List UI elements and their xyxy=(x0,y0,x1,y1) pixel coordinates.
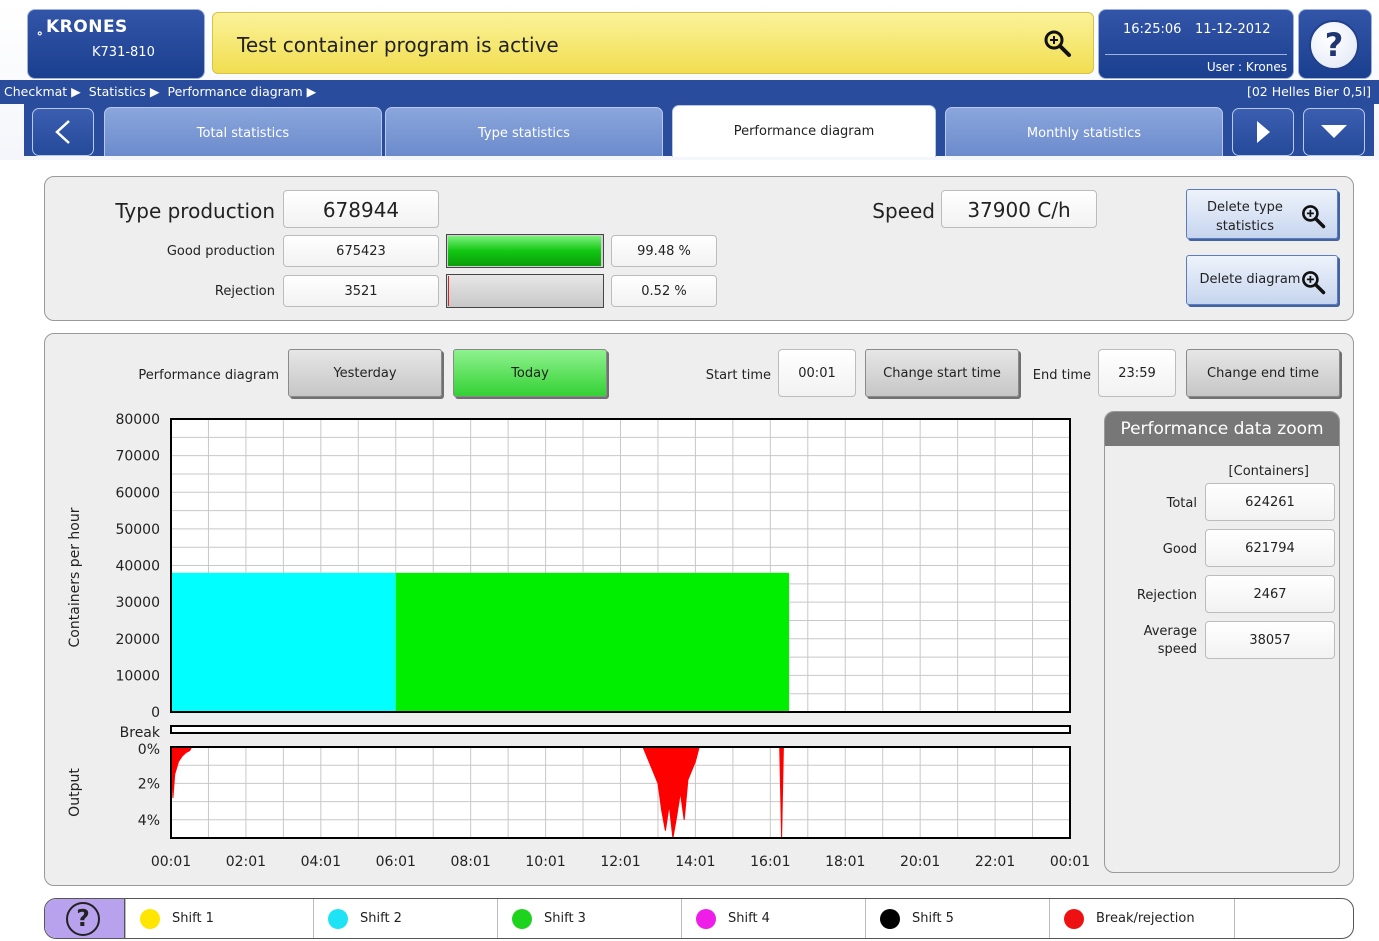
y-tick-label: 60000 xyxy=(115,485,160,501)
x-tick-label: 08:01 xyxy=(450,854,490,870)
zoom-unit-label: [Containers] xyxy=(1228,464,1309,479)
performance-data-zoom-panel: Performance data zoom [Containers] Total… xyxy=(1104,411,1340,873)
x-tick-label: 12:01 xyxy=(600,854,640,870)
x-tick-label: 06:01 xyxy=(376,854,416,870)
y-tick-label: 70000 xyxy=(115,449,160,465)
x-tick-label: 04:01 xyxy=(301,854,341,870)
zoom-average-speed-label: Average speed xyxy=(1143,624,1197,657)
y-tick-label: 50000 xyxy=(115,522,160,538)
legend-label: Shift 5 xyxy=(912,911,954,926)
y-tick-label: 30000 xyxy=(115,595,160,611)
x-tick-label: 18:01 xyxy=(825,854,865,870)
x-tick-label: 14:01 xyxy=(675,854,715,870)
area-shift-3 xyxy=(395,572,790,712)
break-label: Break xyxy=(120,725,161,741)
zoom-good-value: 621794 xyxy=(1205,529,1335,567)
legend-dot xyxy=(696,909,716,929)
legend-help-button[interactable]: ? xyxy=(45,899,125,938)
x-tick-label: 22:01 xyxy=(975,854,1015,870)
zoom-good-label: Good xyxy=(1162,542,1197,557)
zoom-average-speed-value: 38057 xyxy=(1205,621,1335,659)
output-y-axis-label: Output xyxy=(67,768,83,817)
x-tick-label: 16:01 xyxy=(750,854,790,870)
legend-item-shift-1: Shift 1 xyxy=(125,899,313,938)
legend-dot xyxy=(1064,909,1084,929)
legend-dot xyxy=(328,909,348,929)
break-strip xyxy=(170,725,1071,734)
x-tick-label: 00:01 xyxy=(1050,854,1090,870)
y-tick-label: 80000 xyxy=(115,412,160,428)
y-tick-label: 0 xyxy=(151,705,160,721)
y-tick-label: 40000 xyxy=(115,559,160,575)
legend-bar: ? Shift 1 Shift 2 Shift 3 Shift 4 Shift … xyxy=(44,898,1354,939)
area-shift-2 xyxy=(171,572,396,712)
output-y-tick-label: 2% xyxy=(138,776,160,792)
x-tick-label: 20:01 xyxy=(900,854,940,870)
legend-label: Shift 1 xyxy=(172,911,214,926)
legend-dot xyxy=(512,909,532,929)
legend-label: Break/rejection xyxy=(1096,911,1195,926)
legend-item-break-rejection: Break/rejection xyxy=(1049,899,1235,938)
legend-item-shift-3: Shift 3 xyxy=(497,899,681,938)
zoom-panel-title: Performance data zoom xyxy=(1105,412,1339,446)
zoom-total-value: 624261 xyxy=(1205,483,1335,521)
legend-item-shift-4: Shift 4 xyxy=(681,899,865,938)
x-tick-label: 02:01 xyxy=(226,854,266,870)
legend-label: Shift 2 xyxy=(360,911,402,926)
zoom-rejection-value: 2467 xyxy=(1205,575,1335,613)
y-axis-label: Containers per hour xyxy=(67,507,83,647)
y-tick-label: 10000 xyxy=(115,668,160,684)
output-y-tick-label: 4% xyxy=(138,813,160,829)
legend-dot xyxy=(140,909,160,929)
zoom-total-label: Total xyxy=(1166,496,1197,511)
zoom-rejection-label: Rejection xyxy=(1136,588,1197,603)
legend-label: Shift 4 xyxy=(728,911,770,926)
legend-item-shift-2: Shift 2 xyxy=(313,899,497,938)
legend-dot xyxy=(880,909,900,929)
x-tick-label: 00:01 xyxy=(151,854,191,870)
x-tick-label: 10:01 xyxy=(525,854,565,870)
help-icon: ? xyxy=(66,902,100,936)
legend-item-shift-5: Shift 5 xyxy=(865,899,1049,938)
y-tick-label: 20000 xyxy=(115,632,160,648)
output-y-tick-label: 0% xyxy=(138,742,160,758)
legend-label: Shift 3 xyxy=(544,911,586,926)
